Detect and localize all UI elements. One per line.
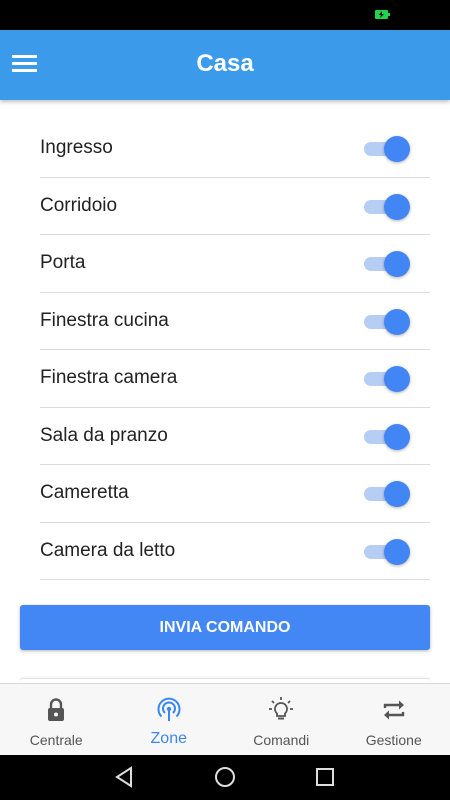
zone-label: Camera da letto [40, 539, 176, 561]
nav-label: Zone [150, 730, 187, 747]
send-command-button[interactable]: INVIA COMANDO [20, 605, 430, 650]
page-title: Casa [196, 50, 254, 77]
zone-toggle-cameretta[interactable] [364, 481, 410, 507]
zone-label: Ingresso [40, 137, 113, 158]
nav-item-gestione[interactable]: Gestione [338, 684, 450, 755]
zone-label: Finestra camera [40, 367, 178, 388]
status-bar [0, 0, 450, 30]
lock-icon [42, 696, 70, 724]
zone-label: Finestra cucina [40, 309, 169, 331]
zone-row-finestra-camera: Finestra camera [40, 350, 430, 408]
zone-label: Cameretta [40, 482, 129, 503]
zone-toggle-camera-da-letto[interactable] [364, 538, 410, 565]
back-icon[interactable] [112, 765, 136, 789]
nav-item-centrale[interactable]: Centrale [0, 684, 113, 755]
nav-label: Centrale [29, 732, 83, 748]
zone-row-corridoio: Corridoio [40, 178, 430, 235]
home-icon[interactable] [213, 765, 237, 789]
zone-row-ingresso: Ingresso [40, 120, 430, 178]
recents-icon[interactable] [313, 765, 337, 789]
bottom-nav: Centrale Zone Comandi Gestione [0, 683, 450, 755]
radar-icon [155, 696, 183, 724]
zone-toggle-porta[interactable] [364, 251, 410, 277]
system-nav-bar [0, 755, 450, 800]
zone-row-cameretta: Cameretta [40, 465, 430, 523]
zone-label: Corridoio [40, 194, 118, 216]
nav-label: Comandi [253, 732, 310, 748]
nav-label: Gestione [365, 732, 422, 748]
app-bar: Casa [0, 30, 450, 100]
nav-item-zone[interactable]: Zone [113, 684, 226, 755]
zone-label: Porta [40, 252, 86, 273]
zone-content: Ingresso Corridoio Porta Finestra cucina… [0, 100, 450, 683]
lightbulb-icon [267, 696, 295, 724]
zone-row-camera-da-letto: Camera da letto [40, 523, 430, 580]
zone-label: Sala da pranzo [40, 424, 168, 446]
zone-list: Ingresso Corridoio Porta Finestra cucina… [40, 120, 430, 580]
zone-toggle-finestra-camera[interactable] [364, 366, 410, 392]
zone-toggle-corridoio[interactable] [364, 193, 410, 220]
zone-toggle-sala-da-pranzo[interactable] [364, 423, 410, 450]
zone-row-porta: Porta [40, 235, 430, 293]
swap-arrows-icon [380, 696, 408, 724]
battery-charging-icon [375, 10, 390, 19]
zone-row-finestra-cucina: Finestra cucina [40, 293, 430, 350]
zone-toggle-ingresso[interactable] [364, 136, 410, 162]
zone-toggle-finestra-cucina[interactable] [364, 308, 410, 335]
zone-row-sala-da-pranzo: Sala da pranzo [40, 408, 430, 465]
nav-item-comandi[interactable]: Comandi [225, 684, 338, 755]
